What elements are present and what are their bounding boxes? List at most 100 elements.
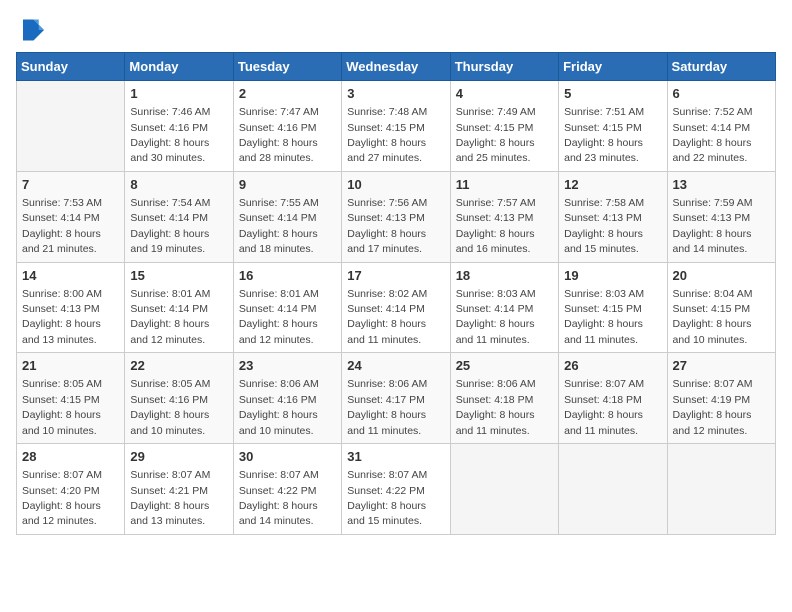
day-number: 3	[347, 85, 444, 103]
calendar-cell: 12Sunrise: 7:58 AM Sunset: 4:13 PM Dayli…	[559, 171, 667, 262]
calendar-header-row: SundayMondayTuesdayWednesdayThursdayFrid…	[17, 53, 776, 81]
calendar-cell	[450, 444, 558, 535]
day-info: Sunrise: 7:51 AM Sunset: 4:15 PM Dayligh…	[564, 106, 644, 164]
day-info: Sunrise: 8:02 AM Sunset: 4:14 PM Dayligh…	[347, 288, 427, 346]
day-info: Sunrise: 8:06 AM Sunset: 4:17 PM Dayligh…	[347, 378, 427, 436]
calendar-body: 1Sunrise: 7:46 AM Sunset: 4:16 PM Daylig…	[17, 81, 776, 535]
day-number: 29	[130, 448, 227, 466]
calendar-cell: 14 Sunrise: 8:00 AM Sunset: 4:13 PM Dayli…	[17, 262, 125, 353]
day-info: Sunrise: 7:57 AM Sunset: 4:13 PM Dayligh…	[456, 197, 536, 255]
day-number: 8	[130, 176, 227, 194]
calendar-cell: 1Sunrise: 7:46 AM Sunset: 4:16 PM Daylig…	[125, 81, 233, 172]
calendar-cell: 16 Sunrise: 8:01 AM Sunset: 4:14 PM Dayli…	[233, 262, 341, 353]
day-number: 30	[239, 448, 336, 466]
day-info: Sunrise: 8:07 AM Sunset: 4:22 PM Dayligh…	[347, 469, 427, 527]
day-number: 21	[22, 357, 119, 375]
day-info: Sunrise: 8:01 AM Sunset: 4:14 PM Dayligh…	[130, 288, 210, 346]
calendar-cell: 17 Sunrise: 8:02 AM Sunset: 4:14 PM Dayli…	[342, 262, 450, 353]
day-number: 25	[456, 357, 553, 375]
day-number: 6	[673, 85, 770, 103]
day-number: 14	[22, 267, 119, 285]
day-info: Sunrise: 7:58 AM Sunset: 4:13 PM Dayligh…	[564, 197, 644, 255]
calendar-cell: 9 Sunrise: 7:55 AM Sunset: 4:14 PM Daylig…	[233, 171, 341, 262]
day-info: Sunrise: 8:05 AM Sunset: 4:16 PM Dayligh…	[130, 378, 210, 436]
day-number: 16	[239, 267, 336, 285]
day-number: 5	[564, 85, 661, 103]
day-number: 27	[673, 357, 770, 375]
day-info: Sunrise: 8:04 AM Sunset: 4:15 PM Dayligh…	[673, 288, 753, 346]
calendar-cell: 21 Sunrise: 8:05 AM Sunset: 4:15 PM Dayli…	[17, 353, 125, 444]
day-info: Sunrise: 7:53 AM Sunset: 4:14 PM Dayligh…	[22, 197, 102, 255]
calendar-cell: 18 Sunrise: 8:03 AM Sunset: 4:14 PM Dayli…	[450, 262, 558, 353]
day-number: 20	[673, 267, 770, 285]
day-number: 31	[347, 448, 444, 466]
logo-icon	[16, 16, 44, 44]
day-info: Sunrise: 8:06 AM Sunset: 4:16 PM Dayligh…	[239, 378, 319, 436]
calendar-header-day: Monday	[125, 53, 233, 81]
calendar-header-day: Sunday	[17, 53, 125, 81]
calendar-cell: 19 Sunrise: 8:03 AM Sunset: 4:15 PM Dayli…	[559, 262, 667, 353]
calendar-cell: 15 Sunrise: 8:01 AM Sunset: 4:14 PM Dayli…	[125, 262, 233, 353]
day-info: Sunrise: 7:52 AM Sunset: 4:14 PM Dayligh…	[673, 106, 753, 164]
calendar-table: SundayMondayTuesdayWednesdayThursdayFrid…	[16, 52, 776, 535]
calendar-cell: 23 Sunrise: 8:06 AM Sunset: 4:16 PM Dayli…	[233, 353, 341, 444]
calendar-cell: 4Sunrise: 7:49 AM Sunset: 4:15 PM Daylig…	[450, 81, 558, 172]
calendar-cell: 7 Sunrise: 7:53 AM Sunset: 4:14 PM Daylig…	[17, 171, 125, 262]
day-info: Sunrise: 8:05 AM Sunset: 4:15 PM Dayligh…	[22, 378, 102, 436]
day-number: 1	[130, 85, 227, 103]
logo	[16, 16, 48, 44]
day-number: 15	[130, 267, 227, 285]
day-number: 9	[239, 176, 336, 194]
calendar-week-row: 7 Sunrise: 7:53 AM Sunset: 4:14 PM Daylig…	[17, 171, 776, 262]
calendar-cell: 5 Sunrise: 7:51 AM Sunset: 4:15 PM Daylig…	[559, 81, 667, 172]
day-number: 17	[347, 267, 444, 285]
day-number: 10	[347, 176, 444, 194]
day-info: Sunrise: 7:47 AM Sunset: 4:16 PM Dayligh…	[239, 106, 319, 164]
day-number: 22	[130, 357, 227, 375]
day-info: Sunrise: 8:07 AM Sunset: 4:21 PM Dayligh…	[130, 469, 210, 527]
day-number: 19	[564, 267, 661, 285]
day-number: 28	[22, 448, 119, 466]
day-info: Sunrise: 7:49 AM Sunset: 4:15 PM Dayligh…	[456, 106, 536, 164]
calendar-cell: 3 Sunrise: 7:48 AM Sunset: 4:15 PM Daylig…	[342, 81, 450, 172]
header	[16, 16, 776, 44]
day-info: Sunrise: 7:56 AM Sunset: 4:13 PM Dayligh…	[347, 197, 427, 255]
calendar-week-row: 1Sunrise: 7:46 AM Sunset: 4:16 PM Daylig…	[17, 81, 776, 172]
calendar-cell: 13 Sunrise: 7:59 AM Sunset: 4:13 PM Dayli…	[667, 171, 775, 262]
day-info: Sunrise: 8:07 AM Sunset: 4:20 PM Dayligh…	[22, 469, 102, 527]
calendar-cell: 30Sunrise: 8:07 AM Sunset: 4:22 PM Dayli…	[233, 444, 341, 535]
calendar-week-row: 21 Sunrise: 8:05 AM Sunset: 4:15 PM Dayli…	[17, 353, 776, 444]
calendar-header-day: Saturday	[667, 53, 775, 81]
day-info: Sunrise: 7:55 AM Sunset: 4:14 PM Dayligh…	[239, 197, 319, 255]
calendar-header-day: Tuesday	[233, 53, 341, 81]
calendar-cell: 25 Sunrise: 8:06 AM Sunset: 4:18 PM Dayli…	[450, 353, 558, 444]
calendar-cell: 28 Sunrise: 8:07 AM Sunset: 4:20 PM Dayli…	[17, 444, 125, 535]
day-number: 2	[239, 85, 336, 103]
calendar-cell: 8 Sunrise: 7:54 AM Sunset: 4:14 PM Daylig…	[125, 171, 233, 262]
day-number: 23	[239, 357, 336, 375]
calendar-cell: 6 Sunrise: 7:52 AM Sunset: 4:14 PM Daylig…	[667, 81, 775, 172]
calendar-week-row: 14 Sunrise: 8:00 AM Sunset: 4:13 PM Dayli…	[17, 262, 776, 353]
calendar-cell: 24Sunrise: 8:06 AM Sunset: 4:17 PM Dayli…	[342, 353, 450, 444]
day-info: Sunrise: 7:54 AM Sunset: 4:14 PM Dayligh…	[130, 197, 210, 255]
day-number: 13	[673, 176, 770, 194]
day-number: 7	[22, 176, 119, 194]
day-info: Sunrise: 7:48 AM Sunset: 4:15 PM Dayligh…	[347, 106, 427, 164]
calendar-header-day: Wednesday	[342, 53, 450, 81]
day-info: Sunrise: 8:01 AM Sunset: 4:14 PM Dayligh…	[239, 288, 319, 346]
calendar-cell: 31 Sunrise: 8:07 AM Sunset: 4:22 PM Dayli…	[342, 444, 450, 535]
calendar-cell: 29 Sunrise: 8:07 AM Sunset: 4:21 PM Dayli…	[125, 444, 233, 535]
day-info: Sunrise: 8:03 AM Sunset: 4:15 PM Dayligh…	[564, 288, 644, 346]
day-info: Sunrise: 7:59 AM Sunset: 4:13 PM Dayligh…	[673, 197, 753, 255]
day-info: Sunrise: 8:00 AM Sunset: 4:13 PM Dayligh…	[22, 288, 102, 346]
day-info: Sunrise: 8:07 AM Sunset: 4:18 PM Dayligh…	[564, 378, 644, 436]
calendar-header-day: Thursday	[450, 53, 558, 81]
calendar-cell	[667, 444, 775, 535]
calendar-cell: 20 Sunrise: 8:04 AM Sunset: 4:15 PM Dayli…	[667, 262, 775, 353]
calendar-header-day: Friday	[559, 53, 667, 81]
calendar-week-row: 28 Sunrise: 8:07 AM Sunset: 4:20 PM Dayli…	[17, 444, 776, 535]
day-number: 18	[456, 267, 553, 285]
calendar-cell	[559, 444, 667, 535]
day-info: Sunrise: 8:03 AM Sunset: 4:14 PM Dayligh…	[456, 288, 536, 346]
day-info: Sunrise: 8:06 AM Sunset: 4:18 PM Dayligh…	[456, 378, 536, 436]
